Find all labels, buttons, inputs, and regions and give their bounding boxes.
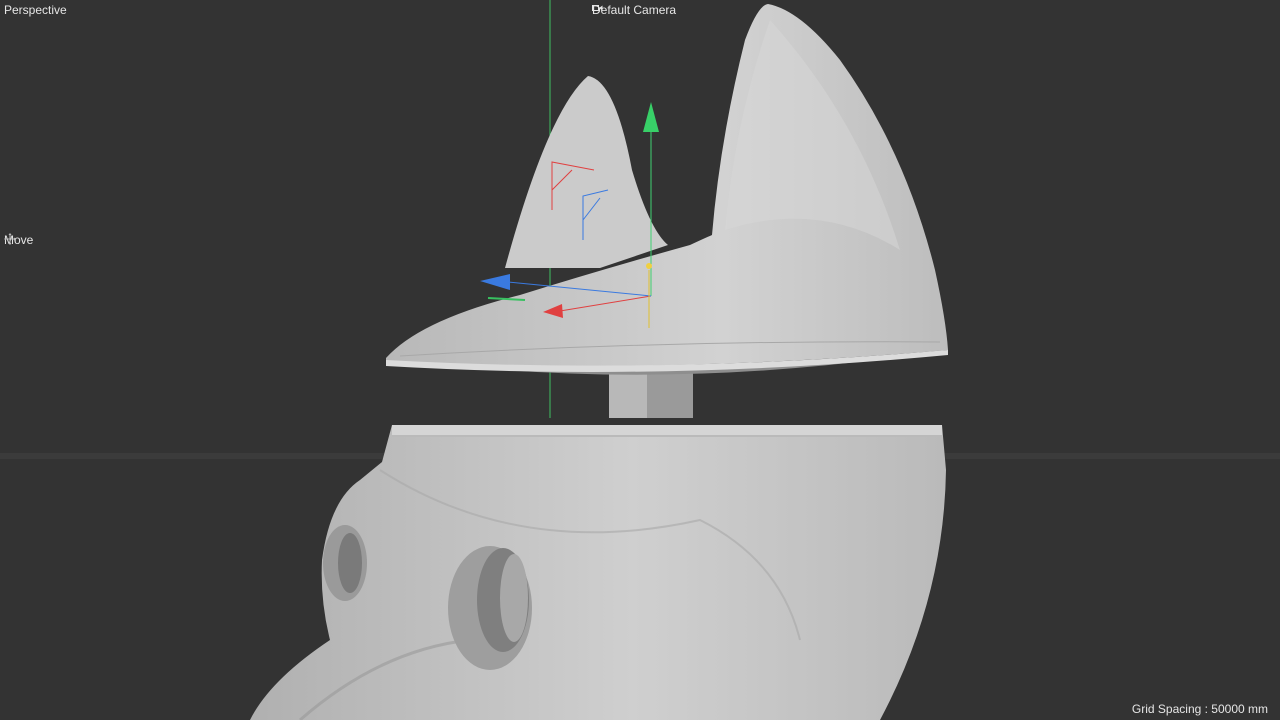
camera-icon[interactable]	[592, 5, 690, 15]
right-eye-hole	[448, 546, 532, 670]
grid-spacing-readout: Grid Spacing : 50000 mm	[1131, 702, 1268, 716]
lower-head-mesh[interactable]	[250, 425, 946, 720]
left-eye-hole	[323, 525, 367, 601]
projection-label[interactable]: Perspective	[4, 3, 67, 17]
gizmo-center-handle[interactable]	[646, 263, 652, 269]
viewport-scene[interactable]	[0, 0, 1280, 720]
move-cross-icon	[4, 233, 55, 246]
active-tool-indicator[interactable]: Move	[4, 233, 55, 247]
camera-selector[interactable]: Default Camera	[592, 3, 690, 17]
camera-label[interactable]: Default Camera	[592, 3, 676, 17]
gizmo-z-arrow[interactable]	[480, 274, 510, 290]
3d-viewport[interactable]: Perspective Default Camera Move Grid Spa…	[0, 0, 1280, 720]
ear-cap-mesh[interactable]	[386, 4, 948, 375]
gizmo-y-arrow[interactable]	[643, 102, 659, 132]
